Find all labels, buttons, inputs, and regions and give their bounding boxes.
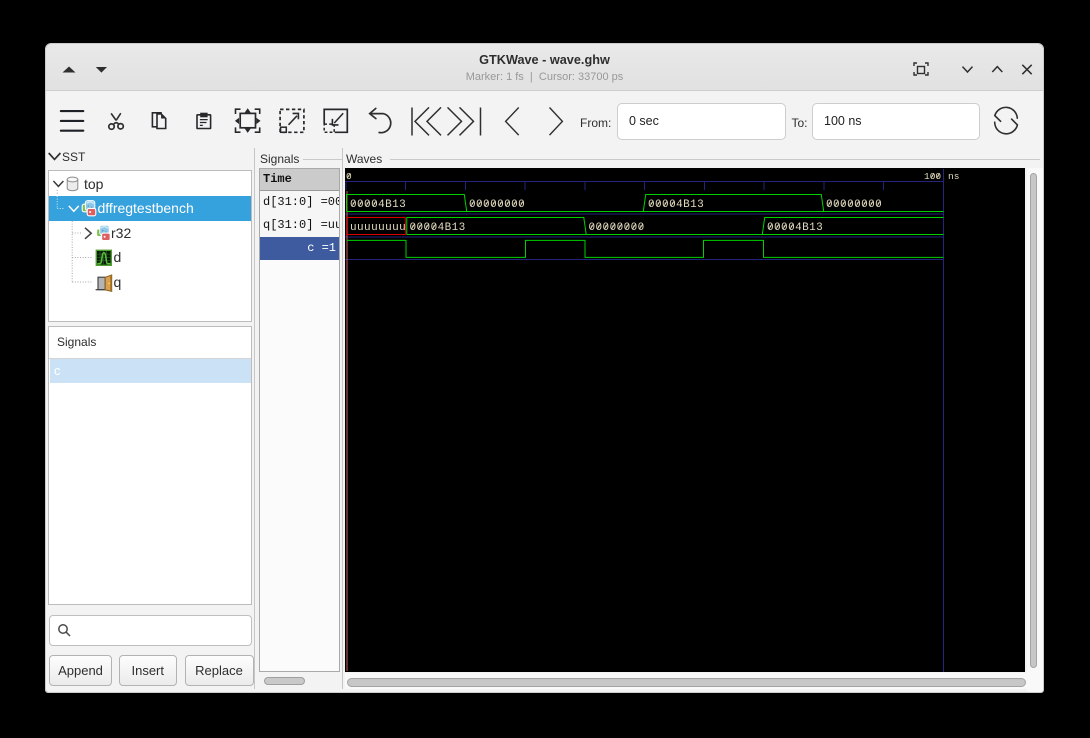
svg-text:00000000: 00000000 — [588, 222, 644, 234]
svg-text:00004B13: 00004B13 — [350, 199, 406, 211]
svg-text:00000000: 00000000 — [826, 199, 882, 211]
svg-text:0: 0 — [346, 171, 352, 182]
svg-text:00000000: 00000000 — [469, 199, 525, 211]
svg-text:00004B13: 00004B13 — [648, 199, 704, 211]
svg-text:ns: ns — [948, 171, 959, 182]
svg-text:uuuuuuuu: uuuuuuuu — [350, 222, 406, 234]
svg-text:00004B13: 00004B13 — [409, 222, 465, 234]
svg-text:00004B13: 00004B13 — [767, 222, 823, 234]
svg-text:100: 100 — [924, 171, 941, 182]
